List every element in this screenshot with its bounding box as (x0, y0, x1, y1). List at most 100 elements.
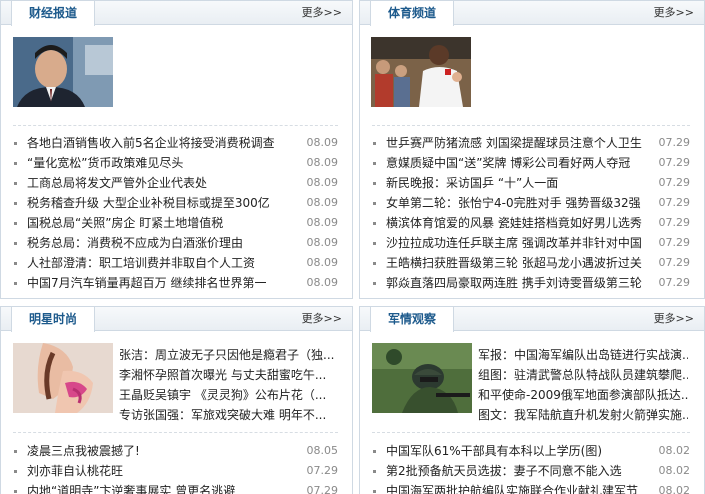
finance-panel: 财经报道 更多>> 各地白酒销售收入前5名企业将接受消费税调查 08.09 “量化… (0, 0, 353, 299)
news-date: 07.29 (658, 136, 691, 149)
list-item[interactable]: 人社部澄清：职工培训费并非取自个人工资 08.09 (13, 253, 338, 273)
news-title[interactable]: 女单第二轮：张怡宁4-0完胜对手 强势晋级32强 (386, 193, 641, 213)
news-date: 08.09 (306, 256, 339, 269)
finance-tab[interactable]: 财经报道 (11, 1, 95, 26)
bullet (14, 262, 17, 265)
bullet (373, 162, 376, 165)
list-item[interactable]: 国税总局“关照”房企 盯紧土地增值税 08.09 (13, 213, 338, 233)
sports-more-link[interactable]: 更多>> (654, 1, 694, 25)
list-item[interactable]: 郭焱直落四局豪取两连胜 携手刘诗雯晋级第三轮 07.29 (372, 273, 690, 293)
military-more-link[interactable]: 更多>> (654, 307, 694, 331)
list-item[interactable]: 第2批预备航天员选拔：妻子不同意不能入选 08.02 (372, 461, 690, 481)
list-item[interactable]: 新民晚报：采访国乒 “十”人一面 07.29 (372, 173, 690, 193)
top-news-item[interactable]: 张洁：周立波无子只因他是瘾君子（独... (119, 345, 336, 365)
news-date: 08.05 (306, 444, 339, 457)
list-item[interactable]: 中国军队61%干部具有本科以上学历(图) 08.02 (372, 441, 690, 461)
bullet (14, 470, 17, 473)
news-title[interactable]: 刘亦菲自认桃花旺 (27, 461, 123, 481)
finance-header: 财经报道 更多>> (1, 1, 352, 26)
news-title[interactable]: 内地“道明寺”卞逆奢事展实 曾更名逃避 (27, 481, 235, 494)
top-news-item[interactable]: 李湘怀孕照首次曝光 与丈夫甜蜜吃午... (119, 365, 336, 385)
news-title[interactable]: 横滨体育馆爱的风暴 瓷娃娃搭档竟如好男儿选秀 (386, 213, 642, 233)
news-title[interactable]: “量化宽松”货币政策难见尽头 (27, 153, 183, 173)
news-date: 08.09 (306, 136, 339, 149)
finance-divider (13, 125, 338, 126)
news-date: 08.02 (658, 444, 691, 457)
bullet (373, 262, 376, 265)
news-title[interactable]: 王皓横扫获胜晋级第三轮 张超马龙小遇波折过关 (386, 253, 642, 273)
news-date: 08.09 (306, 176, 339, 189)
stars-more-link[interactable]: 更多>> (302, 307, 342, 331)
list-item[interactable]: 中国7月汽车销量再超百万 继续排名世界第一 08.09 (13, 273, 338, 293)
news-title[interactable]: 税务总局：消费税不应成为白酒涨价理由 (27, 233, 243, 253)
list-item[interactable]: 内地“道明寺”卞逆奢事展实 曾更名逃避 07.29 (13, 481, 338, 494)
sports-tab[interactable]: 体育频道 (370, 1, 454, 26)
news-title[interactable]: 凌晨三点我被震撼了! (27, 441, 140, 461)
stars-tab[interactable]: 明星时尚 (11, 307, 95, 332)
sports-panel: 体育频道 更多>> 世乒赛严防猪流感 刘国梁提醒球员注意个人卫生 07.29 意媒… (359, 0, 705, 299)
news-title[interactable]: 工商总局将发文严管外企业代表处 (27, 173, 207, 193)
stars-photo[interactable] (13, 343, 113, 413)
news-date: 08.02 (658, 464, 691, 477)
news-title[interactable]: 中国7月汽车销量再超百万 继续排名世界第一 (27, 273, 266, 293)
bullet (14, 202, 17, 205)
bullet (14, 282, 17, 285)
news-title[interactable]: 各地白酒销售收入前5名企业将接受消费税调查 (27, 133, 275, 153)
bullet (373, 142, 376, 145)
news-title[interactable]: 中国军队61%干部具有本科以上学历(图) (386, 441, 602, 461)
news-title[interactable]: 新民晚报：采访国乒 “十”人一面 (386, 173, 558, 193)
bullet (14, 222, 17, 225)
list-item[interactable]: 税务稽查升级 大型企业补税目标或提至300亿 08.09 (13, 193, 338, 213)
news-date: 07.29 (658, 176, 691, 189)
news-date: 08.09 (306, 196, 339, 209)
list-item[interactable]: 横滨体育馆爱的风暴 瓷娃娃搭档竟如好男儿选秀 07.29 (372, 213, 690, 233)
military-tab[interactable]: 军情观察 (370, 307, 454, 332)
news-title[interactable]: 人社部澄清：职工培训费并非取自个人工资 (27, 253, 255, 273)
sports-photo[interactable] (371, 37, 471, 107)
top-news-item[interactable]: 军报：中国海军编队出岛链进行实战演... (478, 345, 688, 365)
news-date: 08.09 (306, 236, 339, 249)
list-item[interactable]: 各地白酒销售收入前5名企业将接受消费税调查 08.09 (13, 133, 338, 153)
list-item[interactable]: 女单第二轮：张怡宁4-0完胜对手 强势晋级32强 07.29 (372, 193, 690, 213)
news-title[interactable]: 国税总局“关照”房企 盯紧土地增值税 (27, 213, 223, 233)
list-item[interactable]: “量化宽松”货币政策难见尽头 08.09 (13, 153, 338, 173)
news-title[interactable]: 第2批预备航天员选拔：妻子不同意不能入选 (386, 461, 622, 481)
news-title[interactable]: 世乒赛严防猪流感 刘国梁提醒球员注意个人卫生 (386, 133, 642, 153)
military-panel: 军情观察 更多>> 军报：中国海军编队出岛链进行实战演... 组图：驻清武警总队… (359, 306, 705, 494)
finance-more-link[interactable]: 更多>> (302, 1, 342, 25)
top-news-item[interactable]: 和平使命-2009俄军地面参演部队抵达... (478, 385, 688, 405)
news-title[interactable]: 郭焱直落四局豪取两连胜 携手刘诗雯晋级第三轮 (386, 273, 642, 293)
news-title[interactable]: 沙拉拉成功连任乒联主席 强调改革并非针对中国 (386, 233, 642, 253)
top-news-item[interactable]: 组图：驻清武警总队特战队员建筑攀爬... (478, 365, 688, 385)
top-news-item[interactable]: 图文：我军陆航直升机发射火箭弹实施... (478, 405, 688, 425)
list-item[interactable]: 工商总局将发文严管外企业代表处 08.09 (13, 173, 338, 193)
sports-header: 体育频道 更多>> (360, 1, 704, 26)
bullet (14, 490, 17, 493)
news-date: 08.09 (306, 156, 339, 169)
list-item[interactable]: 沙拉拉成功连任乒联主席 强调改革并非针对中国 07.29 (372, 233, 690, 253)
list-item[interactable]: 凌晨三点我被震撼了! 08.05 (13, 441, 338, 461)
sports-divider (372, 125, 690, 126)
news-title[interactable]: 中国海军两批护航编队实施联合作业献礼建军节 (386, 481, 638, 494)
news-title[interactable]: 意媒质疑中国“送”奖牌 博彩公司看好两人夺冠 (386, 153, 630, 173)
news-date: 07.29 (658, 196, 691, 209)
list-item[interactable]: 税务总局：消费税不应成为白酒涨价理由 08.09 (13, 233, 338, 253)
top-news-item[interactable]: 王晶贬吴镇宇 《灵灵狗》公布片花（... (119, 385, 336, 405)
list-item[interactable]: 世乒赛严防猪流感 刘国梁提醒球员注意个人卫生 07.29 (372, 133, 690, 153)
bullet (373, 490, 376, 493)
news-date: 07.29 (658, 216, 691, 229)
news-date: 07.29 (658, 236, 691, 249)
news-date: 07.29 (658, 256, 691, 269)
finance-photo[interactable] (13, 37, 113, 107)
news-date: 07.29 (658, 276, 691, 289)
stars-header: 明星时尚 更多>> (1, 307, 352, 332)
military-photo[interactable] (372, 343, 472, 413)
top-news-item[interactable]: 专访张国强：军旅戏突破大难 明年不... (119, 405, 336, 425)
bullet (14, 182, 17, 185)
stars-top-news: 张洁：周立波无子只因他是瘾君子（独... 李湘怀孕照首次曝光 与丈夫甜蜜吃午..… (119, 345, 336, 425)
list-item[interactable]: 王皓横扫获胜晋级第三轮 张超马龙小遇波折过关 07.29 (372, 253, 690, 273)
list-item[interactable]: 意媒质疑中国“送”奖牌 博彩公司看好两人夺冠 07.29 (372, 153, 690, 173)
list-item[interactable]: 刘亦菲自认桃花旺 07.29 (13, 461, 338, 481)
list-item[interactable]: 中国海军两批护航编队实施联合作业献礼建军节 08.02 (372, 481, 690, 494)
news-title[interactable]: 税务稽查升级 大型企业补税目标或提至300亿 (27, 193, 270, 213)
